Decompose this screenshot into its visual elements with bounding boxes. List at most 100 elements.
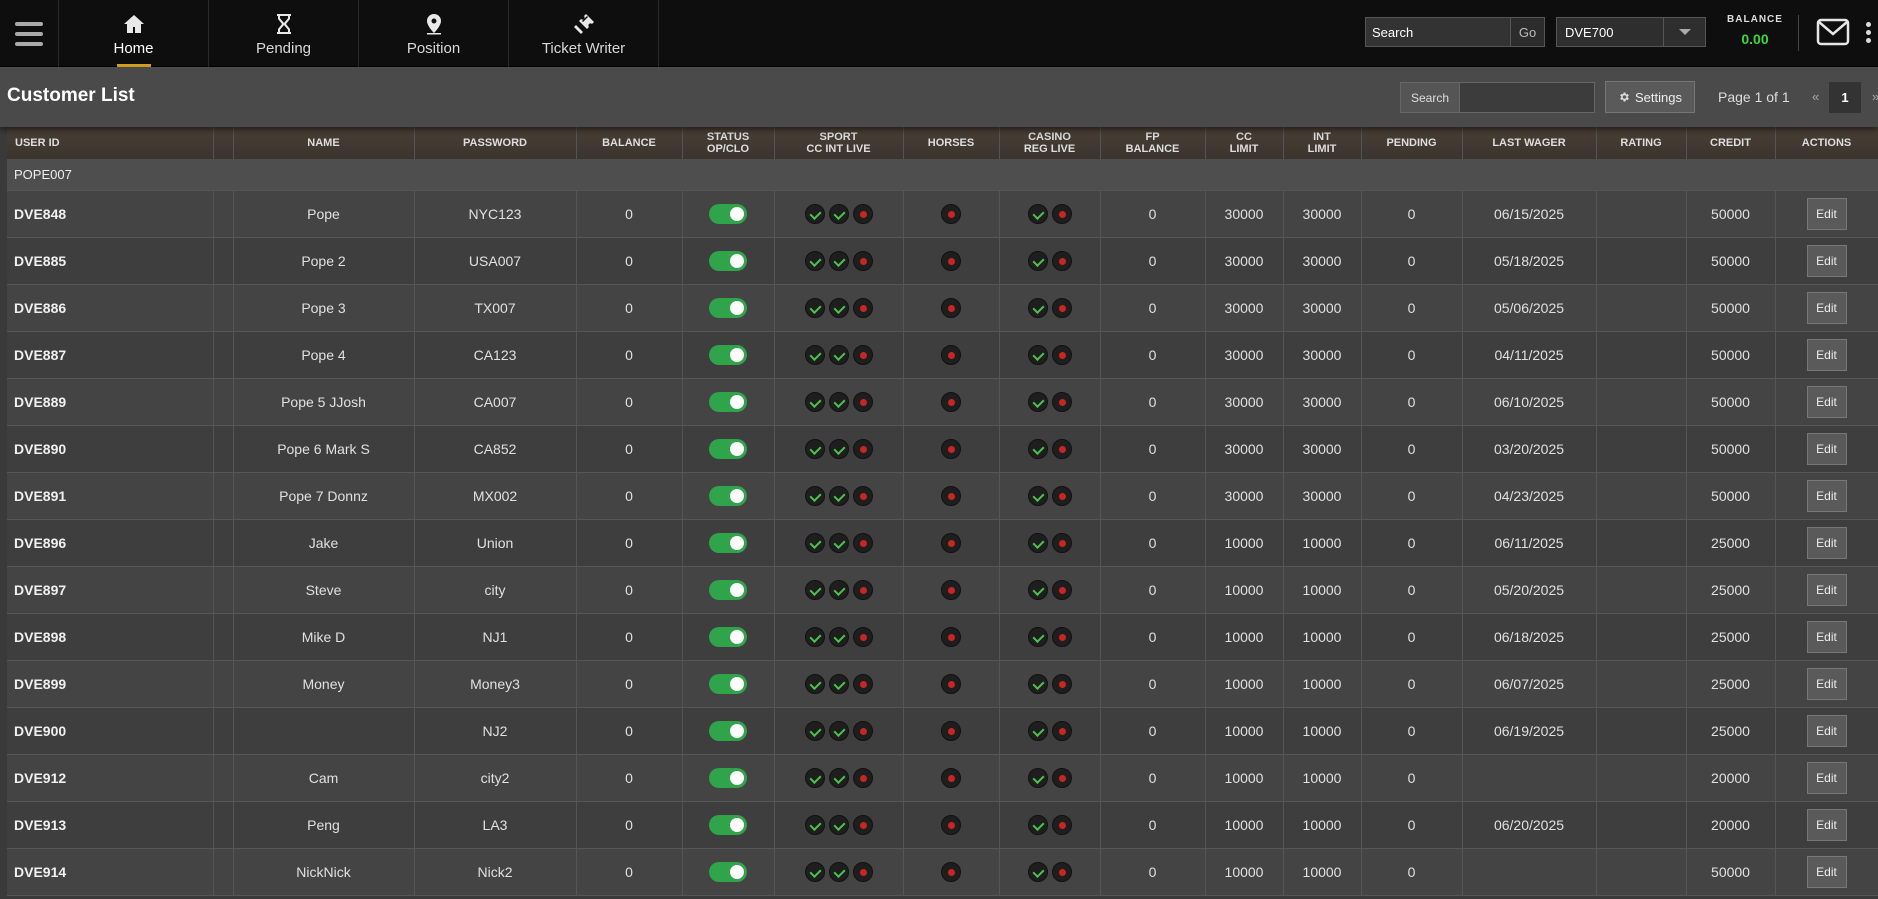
disabled-icon[interactable] — [1051, 344, 1072, 365]
disabled-icon[interactable] — [1051, 297, 1072, 318]
disabled-icon[interactable] — [852, 673, 873, 694]
check-icon[interactable] — [804, 579, 825, 600]
search-button[interactable]: Search — [1400, 82, 1460, 113]
disabled-icon[interactable] — [941, 532, 961, 553]
check-icon[interactable] — [1027, 344, 1048, 365]
table-row[interactable]: DVE896 Jake Union 0 0 10000 10000 0 06/11/2025 25… — [7, 519, 1878, 567]
column-header[interactable]: LAST WAGER — [1462, 127, 1597, 159]
disabled-icon[interactable] — [852, 203, 873, 224]
disabled-icon[interactable] — [941, 861, 961, 882]
menu-icon[interactable] — [0, 0, 59, 67]
table-row[interactable]: DVE886 Pope 3 TX007 0 0 30000 30000 0 05/06/2025… — [7, 284, 1878, 332]
check-icon[interactable] — [804, 485, 825, 506]
table-row[interactable]: DVE913 Peng LA3 0 0 10000 10000 0 06/20/2025 2000… — [7, 801, 1878, 849]
check-icon[interactable] — [828, 485, 849, 506]
tab-position[interactable]: Position — [359, 0, 509, 67]
status-toggle[interactable] — [709, 626, 747, 647]
column-header[interactable]: PENDING — [1361, 127, 1463, 159]
table-row[interactable]: DVE891 Pope 7 Donnz MX002 0 0 30000 30000 0 04/2… — [7, 472, 1878, 520]
status-toggle[interactable] — [709, 532, 747, 553]
table-row[interactable]: DVE899 Money Money3 0 0 10000 10000 0 06/07/2025… — [7, 660, 1878, 708]
status-toggle[interactable] — [709, 250, 747, 271]
column-header[interactable]: USER ID — [7, 127, 214, 159]
disabled-icon[interactable] — [1051, 391, 1072, 412]
edit-button[interactable]: Edit — [1806, 385, 1847, 418]
disabled-icon[interactable] — [941, 250, 961, 271]
disabled-icon[interactable] — [1051, 532, 1072, 553]
disabled-icon[interactable] — [1051, 767, 1072, 788]
check-icon[interactable] — [828, 344, 849, 365]
check-icon[interactable] — [1027, 720, 1048, 741]
edit-button[interactable]: Edit — [1806, 761, 1847, 794]
check-icon[interactable] — [1027, 203, 1048, 224]
disabled-icon[interactable] — [1051, 203, 1072, 224]
column-header[interactable]: INT LIMIT — [1283, 127, 1362, 159]
check-icon[interactable] — [804, 250, 825, 271]
check-icon[interactable] — [1027, 673, 1048, 694]
status-toggle[interactable] — [709, 391, 747, 412]
status-toggle[interactable] — [709, 673, 747, 694]
check-icon[interactable] — [804, 673, 825, 694]
customer-search-input[interactable] — [1459, 82, 1595, 113]
table-row[interactable]: DVE885 Pope 2 USA007 0 0 30000 30000 0 05/18/202… — [7, 237, 1878, 285]
check-icon[interactable] — [828, 673, 849, 694]
column-header[interactable]: FP BALANCE — [1100, 127, 1206, 159]
check-icon[interactable] — [1027, 579, 1048, 600]
disabled-icon[interactable] — [852, 861, 873, 882]
disabled-icon[interactable] — [1051, 250, 1072, 271]
disabled-icon[interactable] — [941, 297, 961, 318]
table-row[interactable]: DVE900 NJ2 0 0 10000 10000 0 06/19/2025 25000 Edi… — [7, 707, 1878, 755]
check-icon[interactable] — [828, 391, 849, 412]
check-icon[interactable] — [804, 344, 825, 365]
check-icon[interactable] — [828, 720, 849, 741]
disabled-icon[interactable] — [941, 814, 961, 835]
edit-button[interactable]: Edit — [1806, 526, 1847, 559]
check-icon[interactable] — [1027, 391, 1048, 412]
column-header[interactable] — [213, 127, 234, 159]
mail-icon[interactable] — [1816, 18, 1850, 46]
column-header[interactable]: SPORT CC INT LIVE — [774, 127, 904, 159]
disabled-icon[interactable] — [941, 626, 961, 647]
tab-ticket-writer[interactable]: Ticket Writer — [509, 0, 659, 67]
check-icon[interactable] — [1027, 250, 1048, 271]
edit-button[interactable]: Edit — [1806, 291, 1847, 324]
edit-button[interactable]: Edit — [1806, 197, 1847, 230]
check-icon[interactable] — [804, 438, 825, 459]
check-icon[interactable] — [1027, 626, 1048, 647]
disabled-icon[interactable] — [852, 579, 873, 600]
check-icon[interactable] — [828, 767, 849, 788]
status-toggle[interactable] — [709, 767, 747, 788]
column-header[interactable]: CASINO REG LIVE — [999, 127, 1101, 159]
check-icon[interactable] — [804, 297, 825, 318]
disabled-icon[interactable] — [1051, 720, 1072, 741]
check-icon[interactable] — [804, 203, 825, 224]
status-toggle[interactable] — [709, 344, 747, 365]
check-icon[interactable] — [1027, 861, 1048, 882]
check-icon[interactable] — [828, 250, 849, 271]
pagination-current[interactable]: 1 — [1829, 82, 1861, 113]
column-header[interactable]: CC LIMIT — [1205, 127, 1284, 159]
check-icon[interactable] — [804, 861, 825, 882]
table-row[interactable]: DVE914 NickNick Nick2 0 0 10000 10000 0 50000 Edi… — [7, 848, 1878, 896]
disabled-icon[interactable] — [852, 485, 873, 506]
go-button[interactable]: Go — [1510, 17, 1545, 47]
table-row[interactable]: DVE898 Mike D NJ1 0 0 10000 10000 0 06/18/2025 25… — [7, 613, 1878, 661]
disabled-icon[interactable] — [852, 344, 873, 365]
pagination-prev[interactable]: « — [1812, 89, 1819, 104]
status-toggle[interactable] — [709, 297, 747, 318]
edit-button[interactable]: Edit — [1806, 714, 1847, 747]
disabled-icon[interactable] — [1051, 438, 1072, 459]
table-row[interactable]: DVE912 Cam city2 0 0 10000 10000 0 20000 Edit — [7, 754, 1878, 802]
column-header[interactable]: PASSWORD — [414, 127, 577, 159]
check-icon[interactable] — [1027, 814, 1048, 835]
check-icon[interactable] — [828, 297, 849, 318]
disabled-icon[interactable] — [852, 720, 873, 741]
edit-button[interactable]: Edit — [1806, 432, 1847, 465]
table-row[interactable]: DVE848 Pope NYC123 0 0 30000 30000 0 06/15/2025 5… — [7, 190, 1878, 238]
disabled-icon[interactable] — [941, 438, 961, 459]
disabled-icon[interactable] — [1051, 814, 1072, 835]
column-header[interactable]: STATUS OP/CLO — [682, 127, 775, 159]
tab-pending[interactable]: Pending — [209, 0, 359, 67]
check-icon[interactable] — [804, 720, 825, 741]
check-icon[interactable] — [828, 579, 849, 600]
